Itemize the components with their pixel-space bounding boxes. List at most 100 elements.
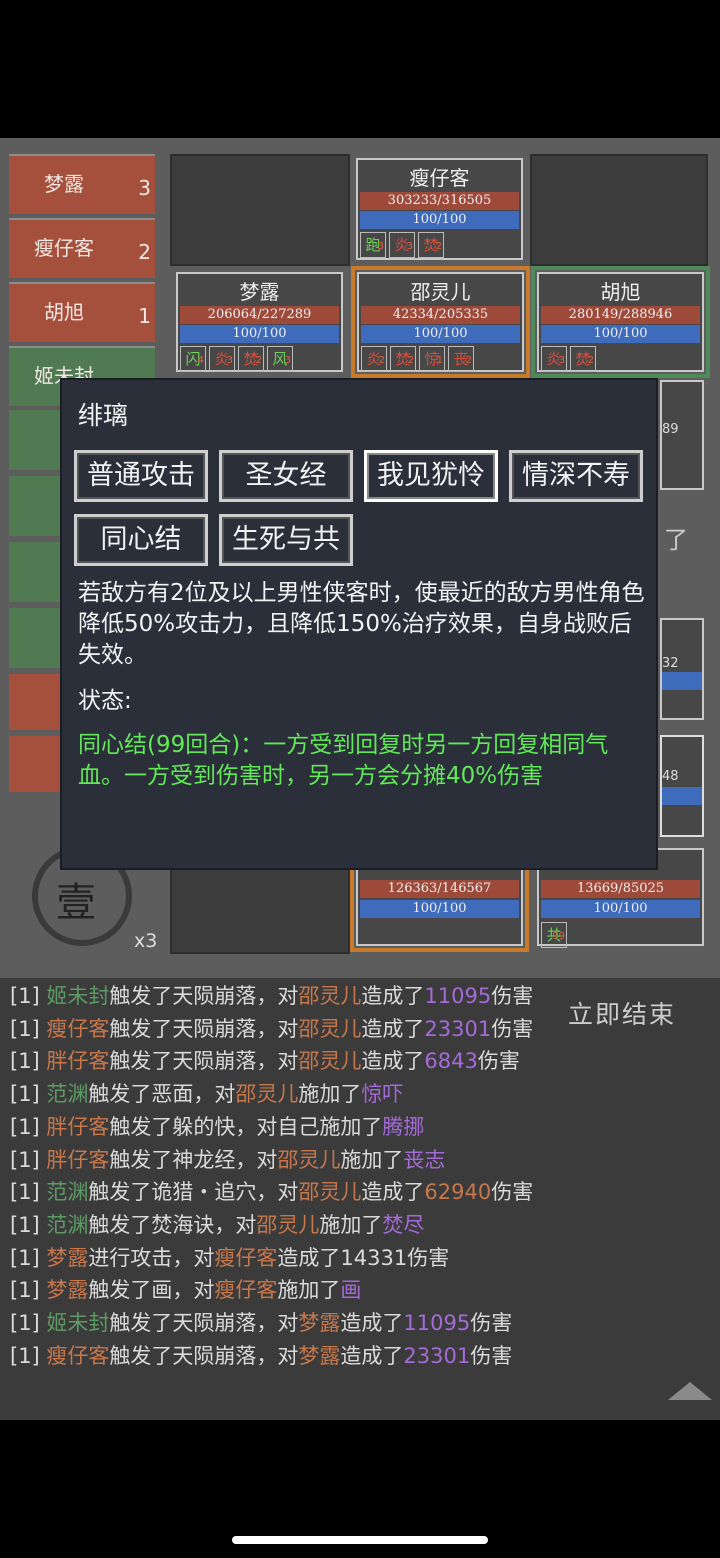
log-segment: 触发了天陨崩落，对 (109, 1049, 299, 1074)
turn-order-item[interactable]: 胡旭 1 (9, 282, 155, 342)
status-label: 状态: (78, 688, 132, 714)
buff-icon[interactable]: 焚2 (570, 346, 596, 372)
log-segment: 胖仔客 (46, 1147, 110, 1172)
buff-icon[interactable]: 丧2 (448, 346, 474, 372)
log-segment: 施加了 (319, 1212, 383, 1237)
battle-log: [1] 姬未封触发了天陨崩落，对邵灵儿造成了11095伤害 [1] 瘦仔客触发了天… (0, 978, 720, 1420)
log-line: [1] 梦露触发了画，对瘦仔客施加了画 (10, 1274, 361, 1304)
log-segment: 姬未封 (46, 984, 110, 1008)
mp-bar: 100/100 (541, 900, 700, 918)
unit-card-partial[interactable]: 32 (660, 618, 704, 720)
unit-card-top[interactable]: 瘦仔客 303233/316505 100/100 跑 3 炎 3 焚 2 (356, 158, 523, 260)
skill-button[interactable]: 情深不寿 (509, 450, 643, 502)
log-segment: 伤害 (470, 1311, 513, 1335)
hp-bar: 42334/205335 (361, 306, 520, 324)
skill-description: 若敌方有2位及以上男性侠客时，使最近的敌方男性角色降低50%攻击力，且降低150… (78, 580, 645, 668)
log-line: [1] 胖仔客触发了神龙经，对邵灵儿施加了丧志 (10, 1144, 445, 1174)
skill-button[interactable]: 同心结 (74, 514, 208, 566)
log-segment: 梦露 (46, 1278, 89, 1303)
unit-name: 胡旭 (600, 280, 641, 304)
turn-order-number: 2 (138, 240, 151, 264)
buff-count: 2 (465, 355, 472, 366)
log-segment: [1] (10, 1082, 47, 1107)
log-segment: 进行攻击，对 (88, 1245, 215, 1270)
buff-icon[interactable]: 炎3 (209, 346, 235, 372)
log-segment: 瘦仔客 (46, 1343, 110, 1368)
unit-card-partial[interactable]: 89 (660, 380, 704, 490)
turn-order-item[interactable]: 瘦仔客 2 (9, 218, 155, 278)
log-segment: 伤害 (491, 1180, 534, 1205)
log-segment: 瘦仔客 (214, 1278, 278, 1303)
log-segment: 伤害 (491, 984, 534, 1008)
skill-button[interactable]: 普通攻击 (74, 450, 208, 502)
log-segment: 11095 (424, 984, 492, 1008)
log-segment: 造成了 (361, 1016, 425, 1041)
buff-icon[interactable]: 炎3 (389, 232, 415, 258)
unit-name: 梦露 (239, 280, 280, 304)
buff-icon[interactable]: 焚2 (418, 232, 444, 258)
hp-fragment: 89 (662, 422, 679, 437)
log-segment: 胖仔客 (46, 1114, 110, 1139)
log-line: [1] 范渊触发了焚海诀，对邵灵儿施加了焚尽 (10, 1209, 424, 1239)
log-segment: 姬未封 (46, 1311, 110, 1335)
log-segment: 梦露 (298, 1343, 341, 1368)
buff-list: 跑3炎3焚2 (360, 232, 444, 258)
log-line: [1] 瘦仔客触发了天陨崩落，对梦露造成了23301伤害 (10, 1340, 512, 1370)
log-segment: 62940 (424, 1180, 492, 1205)
log-segment: 造成了 (340, 1311, 404, 1335)
log-segment: 造成了 (361, 984, 425, 1008)
log-segment: 施加了 (277, 1278, 341, 1303)
log-segment: 造成了 (340, 1343, 404, 1368)
log-segment: 瘦仔客 (214, 1245, 278, 1270)
log-segment: 范渊 (46, 1082, 89, 1107)
buff-icon[interactable]: 惊1 (419, 346, 445, 372)
buff-list: 炎3焚2 (541, 346, 596, 372)
log-segment: 触发了躲的快，对自己施加了 (109, 1114, 383, 1139)
log-segment: 触发了神龙经，对 (109, 1147, 278, 1172)
buff-count: 99 (552, 931, 565, 942)
mp-bar: 100/100 (360, 211, 519, 229)
collapse-up-icon[interactable] (668, 1382, 712, 1400)
skill-button[interactable]: 圣女经 (219, 450, 353, 502)
turn-order-name: 胡旭 (44, 300, 84, 324)
buff-icon[interactable]: 风3 (267, 346, 293, 372)
buff-icon[interactable]: 共 99 (541, 922, 567, 948)
mp-bar: 100/100 (360, 900, 519, 918)
buff-icon[interactable]: 炎3 (541, 346, 567, 372)
log-line: [1] 胖仔客触发了天陨崩落，对邵灵儿造成了6843伤害 (10, 1045, 520, 1075)
unit-card-huxu[interactable]: 胡旭 280149/288946 100/100 炎 3 焚 2 (531, 266, 710, 378)
log-segment: 伤害 (470, 1343, 513, 1368)
log-line: [1] 瘦仔客触发了天陨崩落，对邵灵儿造成了23301伤害 (10, 1013, 533, 1043)
log-segment: 邵灵儿 (298, 1180, 362, 1205)
speed-multiplier: x3 (134, 930, 158, 952)
buff-list: 共 99 (541, 922, 567, 948)
log-segment: 23301 (424, 1016, 492, 1041)
hp-fragment: 48 (662, 769, 679, 784)
unit-card-shaolinger[interactable]: 邵灵儿 42334/205335 100/100 炎 2 焚 2 惊 1 丧 2 (351, 266, 530, 378)
end-now-button[interactable]: 立即结束 (568, 995, 676, 1031)
buff-icon[interactable]: 跑3 (360, 232, 386, 258)
log-segment: 伤害 (477, 1049, 520, 1074)
unit-card-menglu[interactable]: 梦露 206064/227289 100/100 闪 4 炎 3 焚 2 风 3 (176, 272, 343, 372)
mp-bar: 100/100 (541, 325, 700, 343)
log-segment: 邵灵儿 (298, 1049, 362, 1074)
turn-order-number: 3 (138, 176, 151, 200)
log-segment: 梦露 (46, 1245, 89, 1270)
log-segment: [1] (10, 1114, 47, 1139)
home-indicator[interactable] (232, 1536, 488, 1544)
log-segment: [1] (10, 984, 47, 1008)
buff-icon[interactable]: 焚2 (238, 346, 264, 372)
log-segment: 造成了14331伤害 (277, 1245, 450, 1270)
buff-icon[interactable]: 炎2 (361, 346, 387, 372)
log-segment: 触发了天陨崩落，对 (109, 1311, 299, 1335)
turn-order-item[interactable]: 梦露 3 (9, 154, 155, 214)
buff-count: 1 (436, 355, 443, 366)
buff-icon[interactable]: 焚2 (390, 346, 416, 372)
unit-card-partial[interactable]: 48 (660, 735, 704, 837)
status-text: 同心结(99回合)：一方受到回复时另一方回复相同气血。一方受到伤害时，另一方会分… (78, 732, 609, 789)
skill-button[interactable]: 生死与共 (219, 514, 353, 566)
skill-button[interactable]: 我见犹怜 (364, 450, 498, 502)
buff-icon[interactable]: 闪4 (180, 346, 206, 372)
buff-count: 2 (378, 355, 385, 366)
log-segment: 施加了 (340, 1147, 404, 1172)
